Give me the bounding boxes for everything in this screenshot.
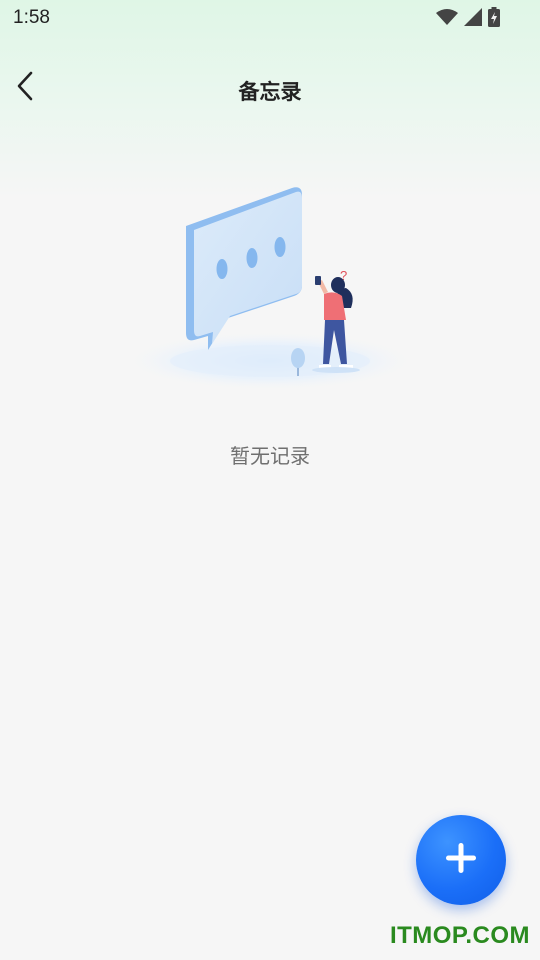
app-bar: 备忘录 [0, 56, 540, 124]
empty-state-illustration: ? [120, 178, 420, 408]
status-bar: 1:58 [0, 0, 540, 36]
status-time: 1:58 [13, 7, 50, 28]
signal-icon [464, 8, 482, 30]
watermark: ITMOP.COM [389, 922, 530, 949]
plus-icon [444, 841, 478, 879]
wifi-icon [436, 8, 458, 30]
page-title: 备忘录 [238, 80, 302, 104]
status-icons [436, 7, 500, 31]
battery-charging-icon [488, 7, 500, 31]
add-memo-button[interactable] [416, 815, 506, 905]
empty-state-message: 暂无记录 [230, 444, 310, 468]
